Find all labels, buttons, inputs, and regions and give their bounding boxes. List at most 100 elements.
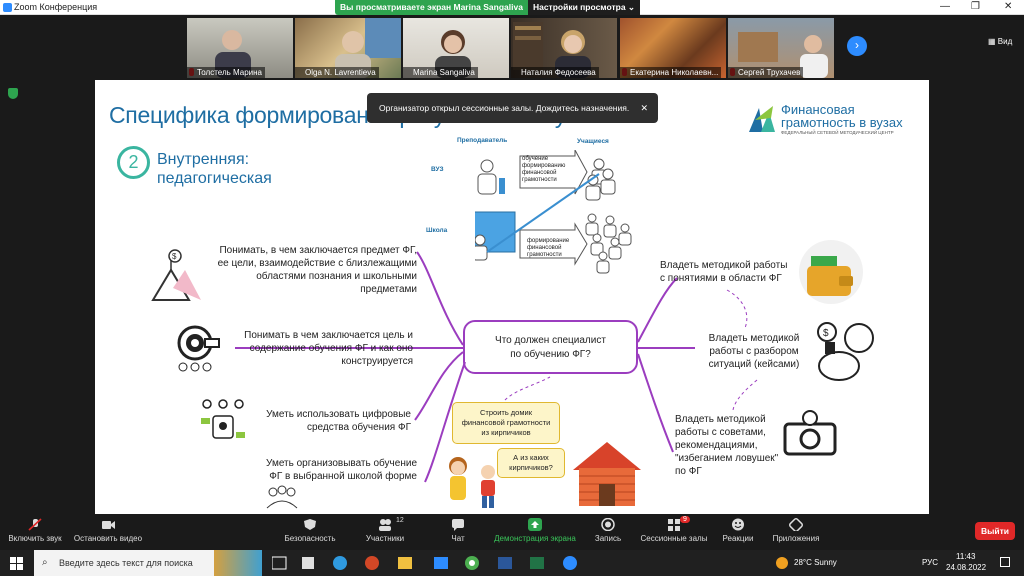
bubble-line: из кирпичиков — [481, 428, 531, 437]
search-placeholder: Введите здесь текст для поиска — [59, 558, 193, 568]
participants-button[interactable]: Участники 12 — [360, 517, 410, 543]
view-options-button[interactable]: Настройки просмотра ⌄ — [528, 0, 640, 15]
right-item-line: Владеть методикой — [708, 333, 800, 344]
speech-bubble-1: Строить домик финансовой грамотности из … — [452, 402, 560, 444]
right-item-line: с понятиями в области ФГ — [660, 273, 782, 284]
right-item-2: Владеть методикой работы с разбором ситу… — [699, 332, 809, 371]
share-screen-label: Демонстрация экрана — [494, 534, 576, 543]
brick-house-icon — [573, 442, 641, 506]
search-icon: ⌕ — [42, 557, 48, 568]
left-item-4: Уметь организовывать обучение ФГ в выбра… — [241, 457, 417, 483]
participant-name: Marina Sangaliva — [403, 67, 478, 78]
participant-tile[interactable]: Marina Sangaliva — [403, 18, 509, 78]
mindmap-center-node: Что должен специалист по обучению ФГ? — [463, 320, 638, 374]
right-item-line: Владеть методикой работы — [660, 260, 788, 271]
bubble-line: кирпичиков? — [509, 463, 553, 472]
notification-center-icon[interactable] — [1000, 557, 1010, 567]
breakout-rooms-button[interactable]: Сессионные залы 9 — [638, 516, 710, 543]
participant-tile[interactable]: Olga N. Lavrentieva — [295, 18, 401, 78]
piggy-bank-icon: $ — [817, 322, 874, 381]
minimize-icon[interactable]: — — [940, 1, 950, 12]
taskbar-app-icons — [272, 556, 577, 570]
language-indicator[interactable]: РУС — [922, 558, 938, 567]
right-item-line: ситуаций (кейсами) — [708, 359, 800, 370]
participant-name: Olga N. Lavrentieva — [295, 67, 379, 78]
left-item-1: Понимать, в чем заключается предмет ФГ, … — [207, 244, 417, 296]
left-item-line: Понимать в чем заключается цель и — [244, 330, 413, 341]
mic-muted-icon — [28, 518, 42, 531]
left-item-3: Уметь использовать цифровые средства обу… — [245, 408, 411, 434]
security-label: Безопасность — [284, 534, 336, 543]
share-banner: Вы просматриваете экран Marina Sangaliva… — [335, 0, 640, 15]
participant-tile[interactable]: Екатерина Николаевн... — [620, 18, 726, 78]
gallery-next-button[interactable]: › — [847, 36, 867, 56]
leave-meeting-button[interactable]: Выйти — [975, 522, 1015, 540]
weather-sun-icon — [776, 557, 788, 569]
svg-text:$: $ — [823, 328, 829, 339]
bubble-line: финансовой грамотности — [461, 418, 551, 427]
shield-icon — [304, 519, 316, 530]
windows-taskbar: ⌕ Введите здесь текст для поиска 28°C Su… — [0, 550, 1024, 576]
svg-text:$: $ — [172, 252, 177, 261]
left-item-line: ее цели, взаимодействие с близлежащими — [217, 258, 417, 269]
smiley-icon — [732, 518, 744, 531]
participant-tile[interactable]: Толстель Марина — [187, 18, 293, 78]
share-banner-message: Вы просматриваете экран Marina Sangaliva — [340, 2, 523, 12]
view-button[interactable]: ▦ Вид — [988, 37, 1012, 46]
participant-name: Сергей Трухачев — [728, 67, 804, 78]
left-item-line: предметами — [360, 284, 417, 295]
apps-button[interactable]: Приложения — [768, 518, 824, 543]
participant-tile[interactable]: Наталия Федосеева — [511, 18, 617, 78]
left-item-line: средства обучения ФГ — [306, 422, 411, 433]
record-button[interactable]: Запись — [592, 518, 624, 543]
digital-tools-icon — [201, 399, 245, 439]
meeting-toolbar: Включить звук Остановить видео Безопасно… — [0, 514, 1024, 550]
chat-button[interactable]: Чат — [444, 518, 472, 543]
breakout-badge: 9 — [680, 516, 690, 523]
reactions-button[interactable]: Реакции — [720, 518, 756, 543]
right-item-line: Владеть методикой — [675, 414, 766, 425]
speech-bubble-2: А из каких кирпичиков? — [497, 448, 565, 478]
clock-time[interactable]: 11:43 — [956, 552, 975, 561]
target-money-icon — [177, 325, 220, 372]
left-item-line: конструируется — [341, 356, 413, 367]
right-item-line: рекомендациями, — [675, 440, 758, 451]
mountain-goal-icon: $ — [151, 249, 201, 301]
participant-name: Толстель Марина — [187, 67, 266, 78]
windows-start-icon[interactable] — [10, 557, 23, 570]
breakout-rooms-icon — [668, 519, 680, 531]
share-screen-button[interactable]: Демонстрация экрана — [490, 518, 580, 543]
left-item-line: содержание обучения ФГ и как оно — [249, 343, 413, 354]
taskbar-search-input[interactable]: ⌕ Введите здесь текст для поиска — [34, 550, 262, 576]
left-item-line: ФГ в выбранной школой форме — [269, 471, 417, 482]
left-item-line: Уметь организовывать обучение — [266, 458, 417, 469]
stop-video-button[interactable]: Остановить видео — [72, 518, 144, 543]
participants-label: Участники — [365, 534, 405, 543]
participant-gallery: Толстель Марина Olga N. Lavrentieva Mari… — [0, 15, 1024, 80]
participants-icon — [379, 519, 391, 531]
security-button[interactable]: Безопасность — [280, 518, 340, 543]
participant-tile[interactable]: Сергей Трухачев — [728, 18, 834, 78]
apps-label: Приложения — [772, 534, 820, 543]
maximize-icon[interactable]: ❐ — [971, 1, 980, 12]
reactions-label: Реакции — [722, 534, 754, 543]
search-highlight-image — [214, 550, 262, 576]
window-title: Zoom Конференция — [14, 2, 98, 12]
children-illustration — [449, 457, 495, 508]
zoom-logo-icon — [3, 3, 12, 12]
group-people-icon — [266, 485, 298, 509]
right-item-3: Владеть методикой работы с советами, рек… — [675, 413, 795, 478]
clock-date[interactable]: 24.08.2022 — [946, 563, 986, 572]
breakout-rooms-label: Сессионные залы — [640, 534, 708, 543]
right-item-line: работы с советами, — [675, 427, 766, 438]
weather-text[interactable]: 28°C Sunny — [794, 558, 837, 567]
unmute-button[interactable]: Включить звук — [6, 518, 64, 543]
right-item-line: "избеганием ловушек" — [675, 453, 779, 464]
close-icon[interactable]: ✕ — [1004, 1, 1012, 12]
share-screen-icon — [528, 518, 542, 531]
chat-icon — [452, 519, 464, 531]
right-item-1: Владеть методикой работы с понятиями в о… — [660, 259, 800, 285]
participants-count: 12 — [396, 517, 404, 524]
video-camera-icon — [102, 521, 115, 529]
wallet-icon — [799, 240, 863, 304]
